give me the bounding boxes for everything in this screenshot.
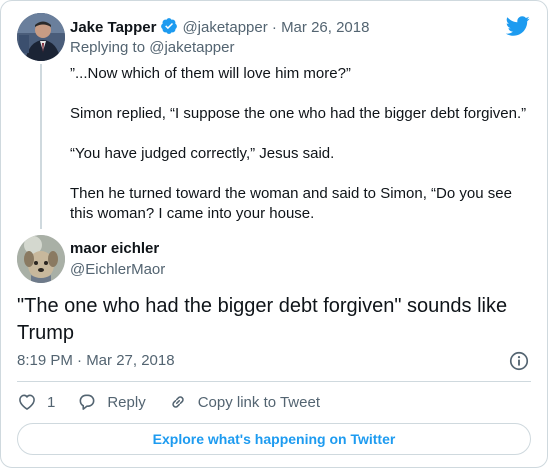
heart-icon	[19, 394, 35, 410]
tweet-paragraph: Then he turned toward the woman and said…	[70, 185, 512, 222]
header-separator: ·	[271, 19, 277, 36]
copy-link-button[interactable]: Copy link to Tweet	[168, 392, 320, 412]
dog-photo-icon	[17, 235, 65, 283]
reply-author-handle[interactable]: @EichlerMaor	[70, 260, 165, 280]
replying-to-label[interactable]: Replying to @jaketapper	[70, 38, 235, 58]
verified-badge-icon	[161, 18, 178, 34]
speech-bubble-icon	[79, 394, 95, 410]
author-handle[interactable]: @jaketapper	[182, 19, 267, 36]
reply-tweet-text: "The one who had the bigger debt forgive…	[17, 295, 508, 344]
tweet-date[interactable]: Mar 26, 2018	[281, 19, 369, 36]
reply-button[interactable]: Reply	[77, 392, 146, 412]
like-count: 1	[47, 393, 56, 411]
explore-twitter-button[interactable]: Explore what's happening on Twitter	[17, 423, 531, 455]
author-name[interactable]: Jake Tapper	[70, 19, 156, 36]
tweet-paragraph: ”...Now which of them will love him more…	[70, 65, 351, 82]
reply-label: Reply	[107, 393, 146, 411]
avatar[interactable]	[17, 235, 65, 283]
copy-link-label: Copy link to Tweet	[197, 393, 320, 411]
info-icon[interactable]	[508, 350, 530, 372]
parent-tweet-header: Jake Tapper @jaketapper · Mar 26, 2018	[70, 17, 369, 38]
avatar[interactable]	[17, 13, 65, 61]
author-photo-icon	[17, 13, 65, 61]
parent-tweet-text: ”...Now which of them will love him more…	[70, 64, 530, 244]
link-icon	[172, 396, 184, 408]
divider	[17, 381, 531, 382]
tweet-actions-bar: 1 Reply Copy link to Tweet	[17, 391, 342, 413]
tweet-paragraph: Simon replied, “I suppose the one who ha…	[70, 105, 527, 122]
thread-connector-line	[40, 64, 42, 229]
twitter-bird-icon[interactable]	[506, 14, 530, 38]
reply-author-name[interactable]: maor eichler	[70, 239, 159, 259]
reply-timestamp[interactable]: 8:19 PM · Mar 27, 2018	[17, 351, 175, 371]
tweet-paragraph: “You have judged correctly,” Jesus said.	[70, 145, 335, 162]
tweet-embed-card: Jake Tapper @jaketapper · Mar 26, 2018 Re…	[0, 0, 548, 468]
like-button[interactable]: 1	[17, 392, 55, 412]
